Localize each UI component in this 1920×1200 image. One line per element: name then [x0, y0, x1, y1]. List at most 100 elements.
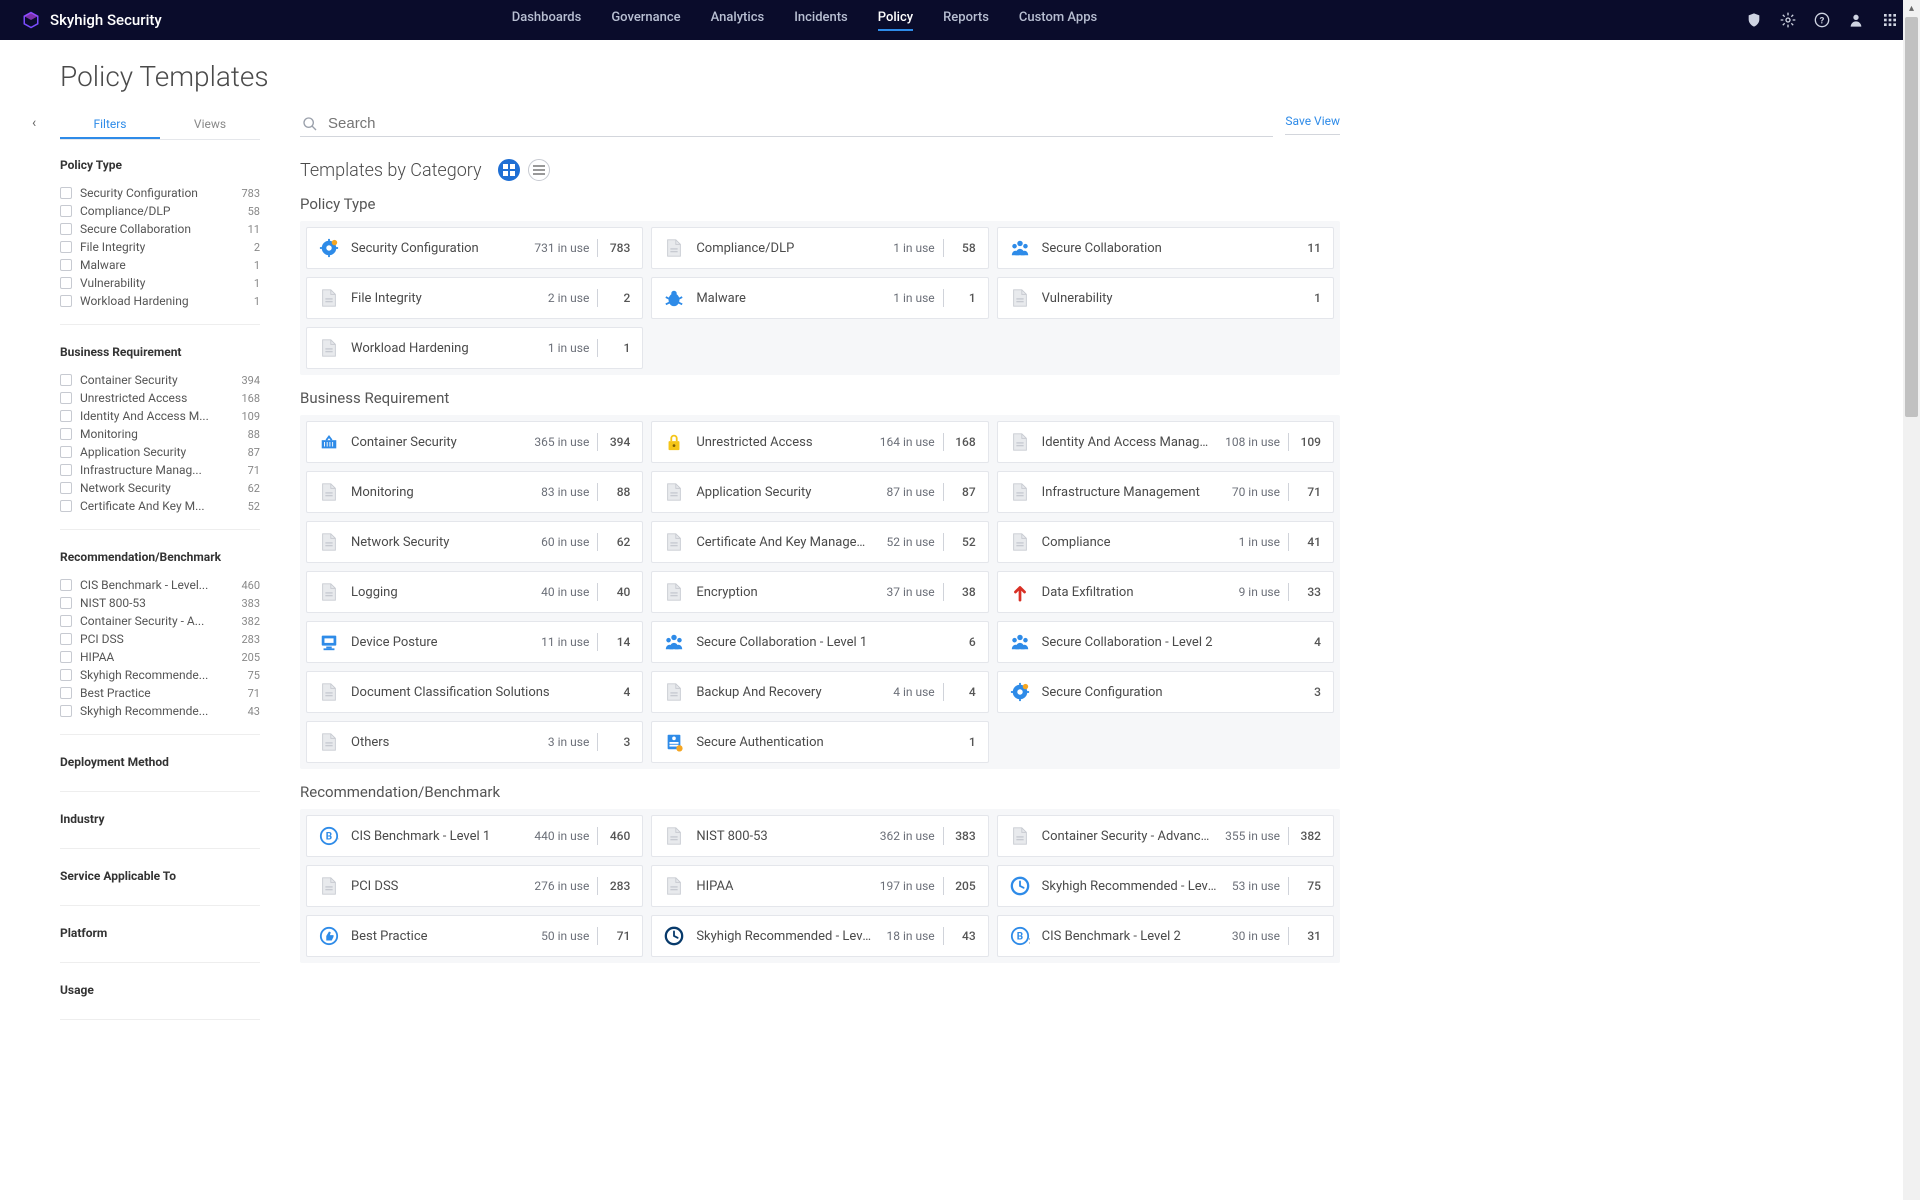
nav-item-dashboards[interactable]: Dashboards: [512, 10, 582, 31]
checkbox[interactable]: [60, 579, 72, 591]
filter-item[interactable]: Application Security87: [60, 443, 260, 461]
checkbox[interactable]: [60, 241, 72, 253]
template-card[interactable]: Compliance/DLP1 in use58: [651, 227, 988, 269]
search-input[interactable]: [328, 115, 1271, 132]
checkbox[interactable]: [60, 259, 72, 271]
filter-item[interactable]: NIST 800-53383: [60, 594, 260, 612]
template-card[interactable]: File Integrity2 in use2: [306, 277, 643, 319]
filter-item[interactable]: Workload Hardening1: [60, 292, 260, 310]
template-card[interactable]: Secure Configuration3: [997, 671, 1334, 713]
template-card[interactable]: Compliance1 in use41: [997, 521, 1334, 563]
template-card[interactable]: Backup And Recovery4 in use4: [651, 671, 988, 713]
template-card[interactable]: HIPAA197 in use205: [651, 865, 988, 907]
shield-icon[interactable]: [1746, 12, 1762, 28]
filter-heading[interactable]: Recommendation/Benchmark: [60, 550, 260, 564]
template-card[interactable]: Others3 in use3: [306, 721, 643, 763]
filter-item[interactable]: Best Practice71: [60, 684, 260, 702]
filter-item[interactable]: Malware1: [60, 256, 260, 274]
filter-item[interactable]: PCI DSS283: [60, 630, 260, 648]
filter-heading[interactable]: Industry: [60, 812, 260, 826]
filter-item[interactable]: Infrastructure Manag...71: [60, 461, 260, 479]
template-card[interactable]: Workload Hardening1 in use1: [306, 327, 643, 369]
scroll-up-arrow-icon[interactable]: ▴: [1903, 0, 1920, 17]
checkbox[interactable]: [60, 446, 72, 458]
template-card[interactable]: Best Practice50 in use71: [306, 915, 643, 957]
filter-item[interactable]: CIS Benchmark - Level...460: [60, 576, 260, 594]
checkbox[interactable]: [60, 223, 72, 235]
checkbox[interactable]: [60, 205, 72, 217]
filter-item[interactable]: Secure Collaboration11: [60, 220, 260, 238]
template-card[interactable]: CIS Benchmark - Level 230 in use31: [997, 915, 1334, 957]
filter-heading[interactable]: Service Applicable To: [60, 869, 260, 883]
template-card[interactable]: Secure Authentication1: [651, 721, 988, 763]
filter-heading[interactable]: Platform: [60, 926, 260, 940]
help-icon[interactable]: ?: [1814, 12, 1830, 28]
checkbox[interactable]: [60, 687, 72, 699]
template-card[interactable]: Vulnerability1: [997, 277, 1334, 319]
filter-heading[interactable]: Policy Type: [60, 158, 260, 172]
collapse-sidebar-chevron-icon[interactable]: ‹: [32, 115, 36, 131]
filter-item[interactable]: Monitoring88: [60, 425, 260, 443]
filter-item[interactable]: HIPAA205: [60, 648, 260, 666]
nav-item-custom-apps[interactable]: Custom Apps: [1019, 10, 1097, 31]
template-card[interactable]: Certificate And Key Management52 in use5…: [651, 521, 988, 563]
checkbox[interactable]: [60, 374, 72, 386]
checkbox[interactable]: [60, 705, 72, 717]
checkbox[interactable]: [60, 295, 72, 307]
checkbox[interactable]: [60, 597, 72, 609]
template-card[interactable]: Unrestricted Access164 in use168: [651, 421, 988, 463]
sidebar-tab-filters[interactable]: Filters: [60, 111, 160, 139]
filter-item[interactable]: Unrestricted Access168: [60, 389, 260, 407]
template-card[interactable]: Document Classification Solutions4: [306, 671, 643, 713]
checkbox[interactable]: [60, 464, 72, 476]
filter-heading[interactable]: Deployment Method: [60, 755, 260, 769]
template-card[interactable]: NIST 800-53362 in use383: [651, 815, 988, 857]
filter-heading[interactable]: Usage: [60, 983, 260, 997]
filter-item[interactable]: Skyhigh Recommende...43: [60, 702, 260, 720]
template-card[interactable]: Secure Collaboration - Level 24: [997, 621, 1334, 663]
template-card[interactable]: Device Posture11 in use14: [306, 621, 643, 663]
checkbox[interactable]: [60, 428, 72, 440]
nav-item-incidents[interactable]: Incidents: [794, 10, 848, 31]
checkbox[interactable]: [60, 187, 72, 199]
checkbox[interactable]: [60, 482, 72, 494]
scrollbar-thumb[interactable]: [1905, 17, 1918, 417]
filter-item[interactable]: Identity And Access M...109: [60, 407, 260, 425]
filter-item[interactable]: Container Security394: [60, 371, 260, 389]
checkbox[interactable]: [60, 500, 72, 512]
template-card[interactable]: Container Security365 in use394: [306, 421, 643, 463]
vertical-scrollbar[interactable]: ▴: [1903, 0, 1920, 1200]
template-card[interactable]: Identity And Access Management108 in use…: [997, 421, 1334, 463]
sidebar-tab-views[interactable]: Views: [160, 111, 260, 139]
checkbox[interactable]: [60, 392, 72, 404]
user-icon[interactable]: [1848, 12, 1864, 28]
filter-item[interactable]: Skyhigh Recommende...75: [60, 666, 260, 684]
checkbox[interactable]: [60, 651, 72, 663]
template-card[interactable]: Logging40 in use40: [306, 571, 643, 613]
template-card[interactable]: Monitoring83 in use88: [306, 471, 643, 513]
search-field[interactable]: [300, 111, 1273, 137]
list-view-button[interactable]: [528, 159, 550, 181]
template-card[interactable]: Secure Collaboration - Level 16: [651, 621, 988, 663]
grid-view-button[interactable]: [498, 159, 520, 181]
template-card[interactable]: Container Security - Advanced355 in use3…: [997, 815, 1334, 857]
save-view-link[interactable]: Save View: [1285, 114, 1340, 135]
template-card[interactable]: Encryption37 in use38: [651, 571, 988, 613]
template-card[interactable]: PCI DSS276 in use283: [306, 865, 643, 907]
filter-item[interactable]: Vulnerability1: [60, 274, 260, 292]
checkbox[interactable]: [60, 277, 72, 289]
nav-item-reports[interactable]: Reports: [943, 10, 989, 31]
gear-icon[interactable]: [1780, 12, 1796, 28]
filter-heading[interactable]: Business Requirement: [60, 345, 260, 359]
template-card[interactable]: Infrastructure Management70 in use71: [997, 471, 1334, 513]
checkbox[interactable]: [60, 615, 72, 627]
checkbox[interactable]: [60, 633, 72, 645]
filter-item[interactable]: Compliance/DLP58: [60, 202, 260, 220]
nav-item-governance[interactable]: Governance: [611, 10, 680, 31]
template-card[interactable]: Application Security87 in use87: [651, 471, 988, 513]
filter-item[interactable]: Security Configuration783: [60, 184, 260, 202]
nav-item-policy[interactable]: Policy: [878, 10, 913, 31]
checkbox[interactable]: [60, 410, 72, 422]
filter-item[interactable]: File Integrity2: [60, 238, 260, 256]
nav-item-analytics[interactable]: Analytics: [711, 10, 765, 31]
